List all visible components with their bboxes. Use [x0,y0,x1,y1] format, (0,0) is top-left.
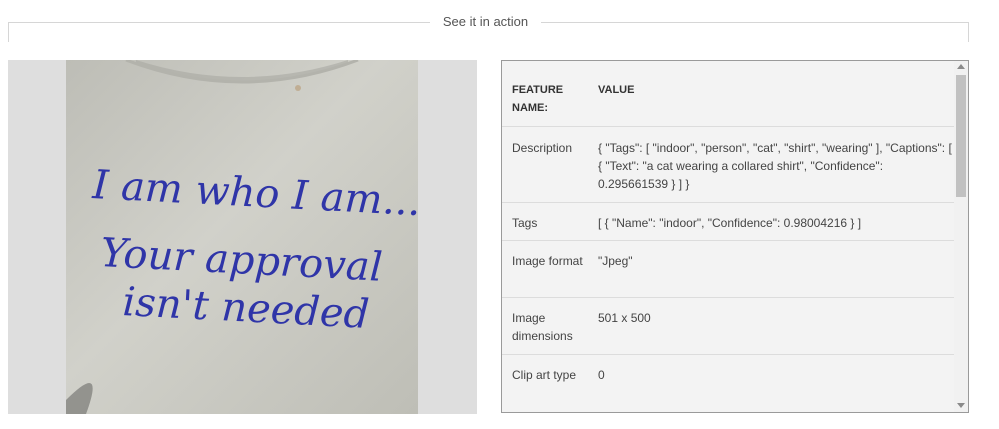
table-row: Description { "Tags": [ "indoor", "perso… [502,127,955,203]
section-line-right [541,22,969,23]
table-row: Image dimensions 501 x 500 [502,298,955,355]
section-edge-left [8,22,9,42]
table-header-row: FEATURE NAME: VALUE [502,61,955,127]
feature-name-cell: Tags [512,216,538,230]
feature-name-cell: Description [512,141,573,155]
section-title: See it in action [442,14,529,29]
header-value: VALUE [598,84,635,96]
sample-photo: I am who I am... Your approval isn't nee… [66,60,418,414]
feature-value-cell: [ { "Name": "indoor", "Confidence": 0.98… [598,216,862,230]
table-row: Image format "Jpeg" [502,241,955,298]
scroll-up-arrow-icon[interactable] [957,64,965,69]
feature-name-cell: Image format [512,254,583,268]
scroll-down-arrow-icon[interactable] [957,403,965,408]
feature-value-cell: 501 x 500 [598,311,651,325]
feature-value-cell: { "Tags": [ "indoor", "person", "cat", "… [598,141,952,191]
table-row: Clip art type 0 [502,355,955,412]
feature-value-cell: 0 [598,368,605,382]
section-line-left [8,22,430,23]
feature-name-cell: Clip art type [512,368,577,382]
feature-value-cell: "Jpeg" [598,254,633,268]
header-feature-name: FEATURE NAME: [512,84,564,114]
feature-name-cell: Image dimensions [512,311,573,343]
results-table: FEATURE NAME: VALUE Description { "Tags"… [501,60,969,413]
table-row: Tags [ { "Name": "indoor", "Confidence":… [502,203,955,241]
image-panel: I am who I am... Your approval isn't nee… [8,60,477,414]
section-edge-right [968,22,969,42]
table-scrollbar[interactable] [954,61,968,412]
scroll-thumb[interactable] [956,75,966,197]
